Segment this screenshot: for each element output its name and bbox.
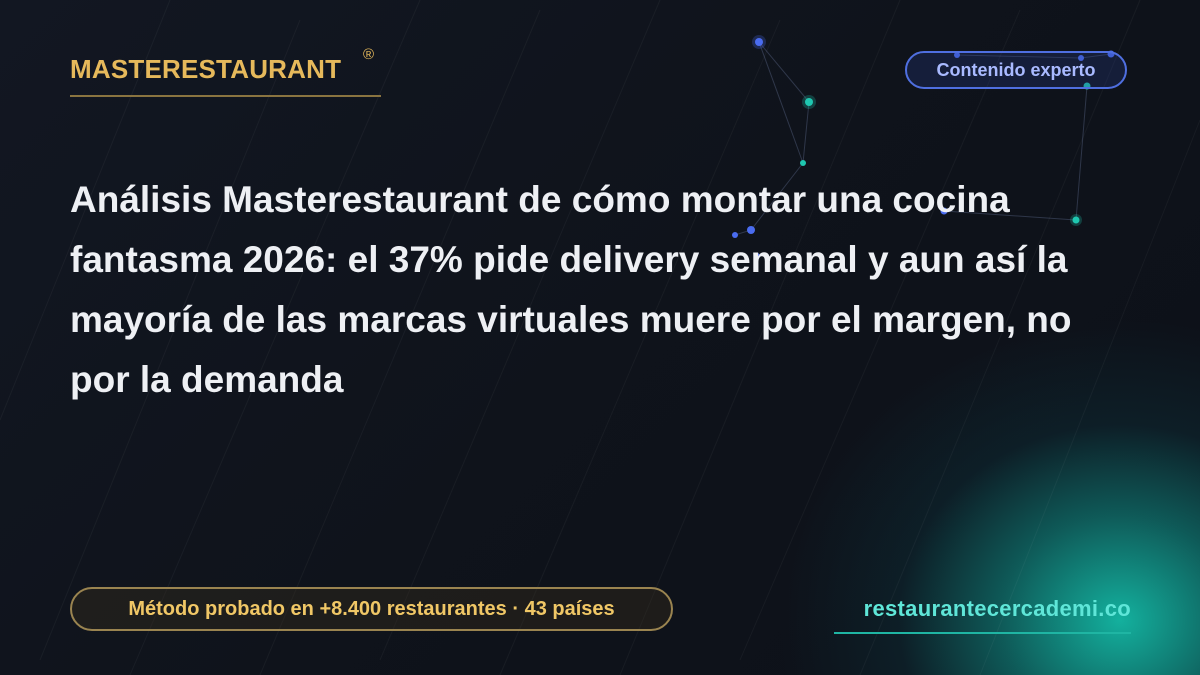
expert-content-badge: Contenido experto <box>905 51 1127 89</box>
brand-logo: MASTERESTAURANT ® <box>70 46 381 97</box>
method-badge: Método probado en +8.400 restaurantes · … <box>70 587 673 631</box>
page-title: Análisis Masterestaurant de cómo montar … <box>70 179 1072 400</box>
site-link[interactable]: restaurantecercademi.co <box>834 596 1131 634</box>
brand-name: MASTERESTAURANT <box>70 54 342 84</box>
registered-mark: ® <box>363 46 375 63</box>
